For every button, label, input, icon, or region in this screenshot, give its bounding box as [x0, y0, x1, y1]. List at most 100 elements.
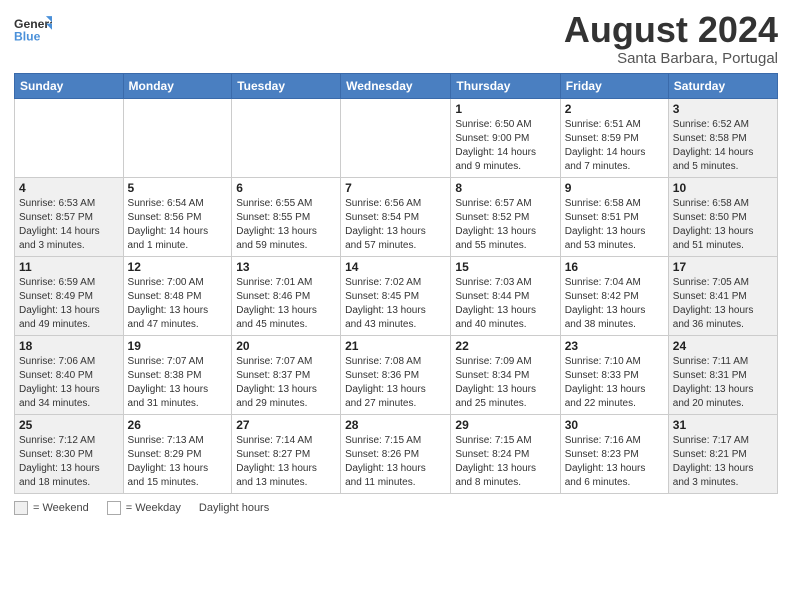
day-info: Sunrise: 6:58 AM Sunset: 8:50 PM Dayligh…: [673, 197, 773, 253]
legend-daylight-label: Daylight hours: [199, 502, 269, 514]
header-friday: Friday: [560, 73, 668, 98]
calendar-cell: 11 Sunrise: 6:59 AM Sunset: 8:49 PM Dayli…: [15, 256, 124, 335]
calendar-cell: 15Sunrise: 7:03 AM Sunset: 8:44 PM Dayli…: [451, 256, 560, 335]
day-number: 11: [19, 260, 119, 274]
day-number: 31: [673, 418, 773, 432]
week-row-3: 11 Sunrise: 6:59 AM Sunset: 8:49 PM Dayli…: [15, 256, 778, 335]
day-info: Sunrise: 7:07 AM Sunset: 8:37 PM Dayligh…: [236, 355, 336, 411]
day-number: 16: [565, 260, 664, 274]
day-info: Sunrise: 7:08 AM Sunset: 8:36 PM Dayligh…: [345, 355, 446, 411]
week-row-4: 18 Sunrise: 7:06 AM Sunset: 8:40 PM Dayli…: [15, 335, 778, 414]
day-info: Sunrise: 7:09 AM Sunset: 8:34 PM Dayligh…: [455, 355, 555, 411]
calendar-cell: [123, 98, 232, 177]
day-info: Sunrise: 7:16 AM Sunset: 8:23 PM Dayligh…: [565, 434, 664, 490]
header-monday: Monday: [123, 73, 232, 98]
legend-weekend: = Weekend: [14, 501, 89, 515]
calendar-cell: 31 Sunrise: 7:17 AM Sunset: 8:21 PM Dayli…: [668, 414, 777, 493]
day-info: Sunrise: 7:02 AM Sunset: 8:45 PM Dayligh…: [345, 276, 446, 332]
day-number: 12: [128, 260, 228, 274]
header: General Blue August 2024 Santa Barbara, …: [14, 10, 778, 67]
day-number: 7: [345, 181, 446, 195]
day-info: Sunrise: 6:54 AM Sunset: 8:56 PM Dayligh…: [128, 197, 228, 253]
calendar-cell: 14Sunrise: 7:02 AM Sunset: 8:45 PM Dayli…: [341, 256, 451, 335]
logo-svg: General Blue: [14, 10, 52, 48]
day-info: Sunrise: 7:10 AM Sunset: 8:33 PM Dayligh…: [565, 355, 664, 411]
day-info: Sunrise: 6:52 AM Sunset: 8:58 PM Dayligh…: [673, 118, 773, 174]
header-tuesday: Tuesday: [232, 73, 341, 98]
legend-weekend-label: = Weekend: [33, 502, 89, 514]
day-number: 2: [565, 102, 664, 116]
day-info: Sunrise: 6:51 AM Sunset: 8:59 PM Dayligh…: [565, 118, 664, 174]
day-info: Sunrise: 7:17 AM Sunset: 8:21 PM Dayligh…: [673, 434, 773, 490]
calendar-cell: 5 Sunrise: 6:54 AM Sunset: 8:56 PM Daylig…: [123, 177, 232, 256]
legend-weekday-box: [107, 501, 121, 515]
calendar-cell: 12 Sunrise: 7:00 AM Sunset: 8:48 PM Dayli…: [123, 256, 232, 335]
week-row-5: 25Sunrise: 7:12 AM Sunset: 8:30 PM Dayli…: [15, 414, 778, 493]
calendar-cell: 7 Sunrise: 6:56 AM Sunset: 8:54 PM Daylig…: [341, 177, 451, 256]
svg-text:Blue: Blue: [14, 29, 41, 43]
calendar-cell: 3 Sunrise: 6:52 AM Sunset: 8:58 PM Daylig…: [668, 98, 777, 177]
header-wednesday: Wednesday: [341, 73, 451, 98]
day-info: Sunrise: 7:07 AM Sunset: 8:38 PM Dayligh…: [128, 355, 228, 411]
day-number: 30: [565, 418, 664, 432]
calendar-cell: 17 Sunrise: 7:05 AM Sunset: 8:41 PM Dayli…: [668, 256, 777, 335]
day-number: 28: [345, 418, 446, 432]
day-number: 1: [455, 102, 555, 116]
calendar-cell: 20 Sunrise: 7:07 AM Sunset: 8:37 PM Dayli…: [232, 335, 341, 414]
day-info: Sunrise: 7:05 AM Sunset: 8:41 PM Dayligh…: [673, 276, 773, 332]
calendar-cell: 30 Sunrise: 7:16 AM Sunset: 8:23 PM Dayli…: [560, 414, 668, 493]
legend: = Weekend = Weekday Daylight hours: [14, 501, 778, 515]
day-info: Sunrise: 7:15 AM Sunset: 8:24 PM Dayligh…: [455, 434, 555, 490]
logo: General Blue: [14, 10, 52, 48]
day-info: Sunrise: 7:14 AM Sunset: 8:27 PM Dayligh…: [236, 434, 336, 490]
calendar-header-row: SundayMondayTuesdayWednesdayThursdayFrid…: [15, 73, 778, 98]
day-info: Sunrise: 7:06 AM Sunset: 8:40 PM Dayligh…: [19, 355, 119, 411]
day-number: 13: [236, 260, 336, 274]
calendar-cell: 6Sunrise: 6:55 AM Sunset: 8:55 PM Daylig…: [232, 177, 341, 256]
day-number: 29: [455, 418, 555, 432]
calendar-cell: 26Sunrise: 7:13 AM Sunset: 8:29 PM Dayli…: [123, 414, 232, 493]
day-number: 22: [455, 339, 555, 353]
day-info: Sunrise: 7:04 AM Sunset: 8:42 PM Dayligh…: [565, 276, 664, 332]
legend-daylight: Daylight hours: [199, 502, 269, 514]
day-number: 18: [19, 339, 119, 353]
day-number: 19: [128, 339, 228, 353]
day-info: Sunrise: 7:15 AM Sunset: 8:26 PM Dayligh…: [345, 434, 446, 490]
day-number: 21: [345, 339, 446, 353]
calendar-cell: 28 Sunrise: 7:15 AM Sunset: 8:26 PM Dayli…: [341, 414, 451, 493]
day-info: Sunrise: 6:50 AM Sunset: 9:00 PM Dayligh…: [455, 118, 555, 174]
location-subtitle: Santa Barbara, Portugal: [564, 50, 778, 67]
calendar-cell: [15, 98, 124, 177]
header-saturday: Saturday: [668, 73, 777, 98]
calendar-cell: 19 Sunrise: 7:07 AM Sunset: 8:38 PM Dayli…: [123, 335, 232, 414]
calendar-table: SundayMondayTuesdayWednesdayThursdayFrid…: [14, 73, 778, 494]
month-title: August 2024: [564, 10, 778, 50]
day-number: 4: [19, 181, 119, 195]
week-row-2: 4Sunrise: 6:53 AM Sunset: 8:57 PM Daylig…: [15, 177, 778, 256]
calendar-cell: 23 Sunrise: 7:10 AM Sunset: 8:33 PM Dayli…: [560, 335, 668, 414]
calendar-cell: 2 Sunrise: 6:51 AM Sunset: 8:59 PM Daylig…: [560, 98, 668, 177]
day-info: Sunrise: 6:59 AM Sunset: 8:49 PM Dayligh…: [19, 276, 119, 332]
day-info: Sunrise: 6:56 AM Sunset: 8:54 PM Dayligh…: [345, 197, 446, 253]
legend-weekend-box: [14, 501, 28, 515]
day-info: Sunrise: 6:55 AM Sunset: 8:55 PM Dayligh…: [236, 197, 336, 253]
day-info: Sunrise: 7:00 AM Sunset: 8:48 PM Dayligh…: [128, 276, 228, 332]
header-thursday: Thursday: [451, 73, 560, 98]
day-number: 27: [236, 418, 336, 432]
day-info: Sunrise: 7:11 AM Sunset: 8:31 PM Dayligh…: [673, 355, 773, 411]
header-sunday: Sunday: [15, 73, 124, 98]
calendar-cell: 25Sunrise: 7:12 AM Sunset: 8:30 PM Dayli…: [15, 414, 124, 493]
day-number: 3: [673, 102, 773, 116]
day-number: 24: [673, 339, 773, 353]
day-number: 5: [128, 181, 228, 195]
day-number: 20: [236, 339, 336, 353]
calendar-cell: 4Sunrise: 6:53 AM Sunset: 8:57 PM Daylig…: [15, 177, 124, 256]
day-number: 9: [565, 181, 664, 195]
day-number: 17: [673, 260, 773, 274]
week-row-1: 1 Sunrise: 6:50 AM Sunset: 9:00 PM Daylig…: [15, 98, 778, 177]
calendar-cell: 21 Sunrise: 7:08 AM Sunset: 8:36 PM Dayli…: [341, 335, 451, 414]
day-info: Sunrise: 7:12 AM Sunset: 8:30 PM Dayligh…: [19, 434, 119, 490]
calendar-cell: [341, 98, 451, 177]
calendar-cell: 10Sunrise: 6:58 AM Sunset: 8:50 PM Dayli…: [668, 177, 777, 256]
day-number: 23: [565, 339, 664, 353]
